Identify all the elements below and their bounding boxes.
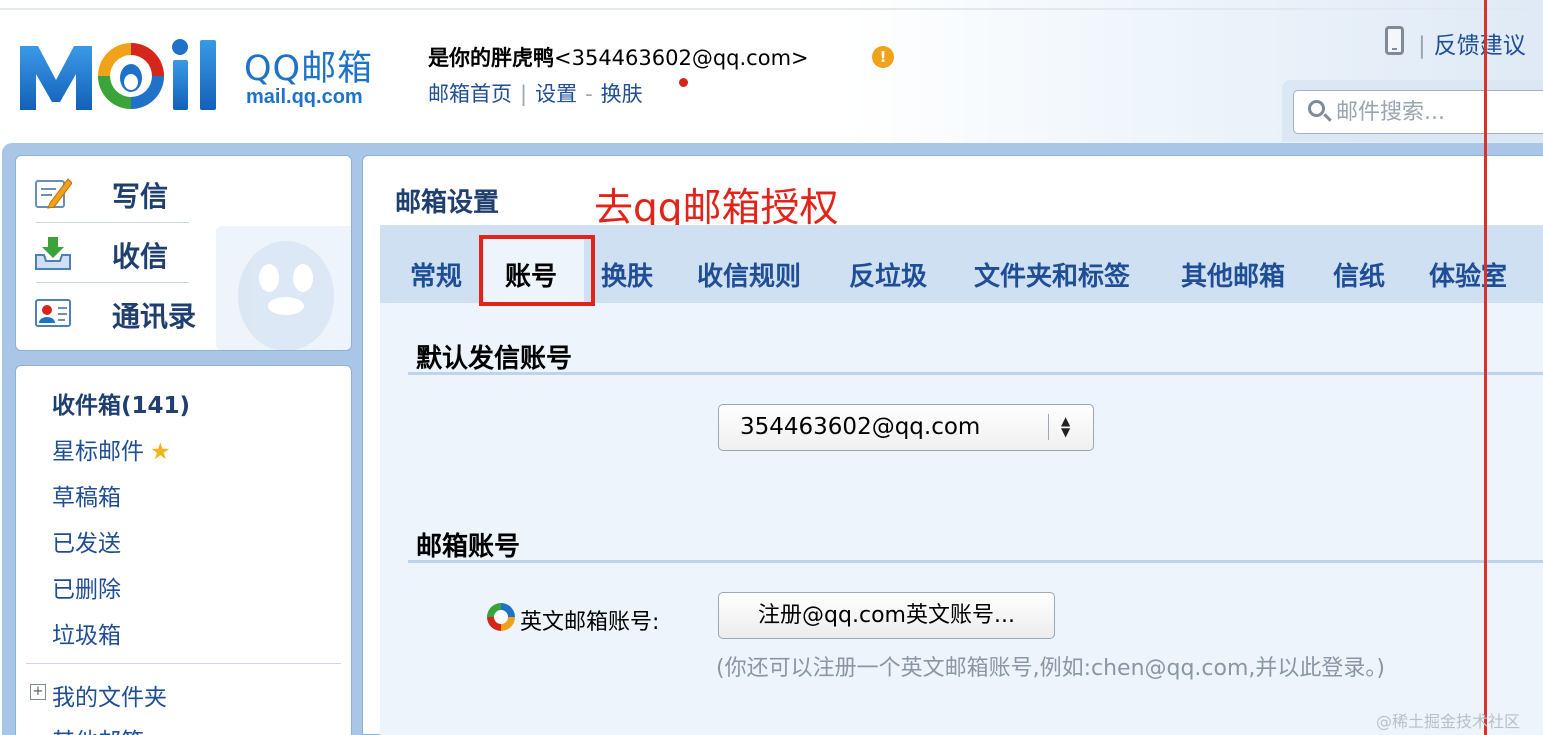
folder-sent[interactable]: 已发送: [52, 524, 121, 558]
feedback-separator: |: [1418, 33, 1426, 59]
folder-inbox[interactable]: 收件箱(141): [52, 386, 190, 420]
receive-action[interactable]: 收信: [20, 225, 320, 283]
folder-starred[interactable]: 星标邮件 ★: [52, 432, 171, 466]
select-separator: [1048, 414, 1049, 440]
contacts-action[interactable]: 通讯录: [20, 285, 320, 343]
new-skin-dot-icon: [679, 78, 688, 87]
tab-other-mailboxes[interactable]: 其他邮箱: [1181, 256, 1285, 293]
qq-mail-logo[interactable]: QQ邮箱 mail.qq.com: [18, 38, 388, 114]
section-rule: [408, 560, 1543, 563]
action-divider: [36, 222, 189, 223]
logo-title: QQ邮箱: [244, 49, 374, 89]
section-rule: [408, 372, 1543, 375]
page-title: 邮箱设置: [395, 188, 500, 218]
link-change-skin[interactable]: 换肤: [601, 82, 643, 106]
mobile-phone-icon[interactable]: [1385, 26, 1404, 55]
compose-label: 写信: [112, 180, 169, 213]
logo-domain: mail.qq.com: [246, 86, 363, 108]
other-mailboxes[interactable]: 其他邮箱: [52, 722, 144, 735]
mail-logo-icon: [20, 39, 216, 110]
folder-starred-label: 星标邮件: [52, 439, 144, 465]
feedback-link[interactable]: 反馈建议: [1434, 33, 1526, 59]
tab-folders-labels[interactable]: 文件夹和标签: [974, 256, 1130, 293]
expand-plus-icon[interactable]: +: [30, 684, 46, 700]
user-email: <354463602@qq.com>: [554, 46, 809, 70]
link-mail-home[interactable]: 邮箱首页: [428, 82, 512, 106]
default-sender-value: 354463602@qq.com: [740, 414, 981, 440]
contacts-label: 通讯录: [112, 300, 197, 333]
tab-general[interactable]: 常规: [410, 256, 462, 293]
register-english-account-button[interactable]: 注册@qq.com英文账号...: [718, 592, 1055, 639]
tab-skin[interactable]: 换肤: [601, 256, 653, 293]
action-divider: [36, 282, 189, 283]
section-title-mail-account: 邮箱账号: [416, 532, 521, 562]
tab-receive-rules[interactable]: 收信规则: [697, 256, 801, 293]
compose-action[interactable]: 写信: [20, 165, 320, 223]
header-top-rule: [0, 8, 1543, 10]
qq-logo-icon: [487, 603, 515, 631]
warning-icon[interactable]: !: [872, 46, 894, 68]
english-account-label: 英文邮箱账号:: [520, 610, 660, 635]
folders-panel: 收件箱(141) 星标邮件★ 草稿箱 已发送 已删除 垃圾箱 + 我的文件夹 其…: [15, 365, 352, 735]
star-icon: ★: [150, 439, 171, 465]
red-highlight-box: [479, 235, 595, 306]
english-account-hint: (你还可以注册一个英文邮箱账号,例如:chen@qq.com,并以此登录。): [716, 656, 1385, 681]
my-folders[interactable]: 我的文件夹: [52, 678, 167, 712]
red-vertical-line: [1484, 0, 1487, 735]
folder-drafts[interactable]: 草稿箱: [52, 478, 121, 512]
compose-icon: [35, 178, 72, 209]
link-settings[interactable]: 设置: [535, 82, 577, 106]
link-separator: -: [585, 82, 593, 106]
folder-spam[interactable]: 垃圾箱: [52, 616, 121, 650]
folder-deleted[interactable]: 已删除: [52, 570, 121, 604]
section-title-default-sender: 默认发信账号: [416, 344, 573, 374]
tab-lab[interactable]: 体验室: [1429, 256, 1507, 293]
link-separator: |: [520, 82, 528, 106]
contacts-icon: [35, 299, 71, 327]
watermark-text: @稀土掘金技术社区: [1376, 712, 1521, 731]
folder-divider: [26, 663, 341, 664]
search-input[interactable]: [1336, 96, 1536, 128]
receive-label: 收信: [112, 240, 169, 273]
select-updown-icon[interactable]: ▲ ▼: [1061, 415, 1070, 438]
account-line: 是你的胖虎鸭<354463602@qq.com>: [428, 42, 809, 72]
feedback-area: | 反馈建议: [1418, 26, 1526, 60]
tab-anti-spam[interactable]: 反垃圾: [849, 256, 927, 293]
inbox-download-icon: [35, 237, 71, 270]
tab-stationery[interactable]: 信纸: [1333, 256, 1385, 293]
header-nav: 邮箱首页 | 设置 - 换肤: [428, 78, 643, 108]
search-icon[interactable]: [1308, 100, 1325, 117]
user-name: 是你的胖虎鸭: [428, 46, 554, 70]
